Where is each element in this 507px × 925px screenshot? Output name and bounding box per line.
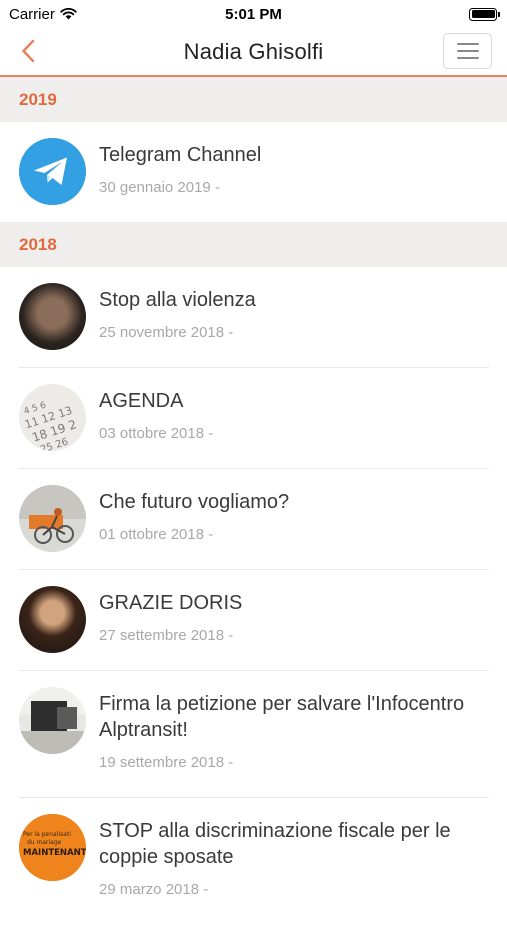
- building-thumbnail: [19, 687, 86, 754]
- list-item[interactable]: Che futuro vogliamo? 01 ottobre 2018 -: [0, 469, 507, 570]
- status-bar: Carrier 5:01 PM: [0, 0, 507, 28]
- carrier-label: Carrier: [9, 5, 55, 23]
- wifi-icon: [60, 8, 77, 20]
- menu-button[interactable]: [443, 33, 492, 69]
- battery-icon: [469, 7, 500, 21]
- section-header-2019: 2019: [0, 77, 507, 122]
- list-item[interactable]: Firma la petizione per salvare l'Infocen…: [0, 671, 507, 798]
- page-title: Nadia Ghisolfi: [183, 38, 324, 64]
- item-title: Stop alla violenza: [99, 289, 256, 311]
- item-date: 01 ottobre 2018 -: [99, 526, 214, 543]
- item-title: GRAZIE DORIS: [99, 592, 243, 614]
- item-title: Che futuro vogliamo?: [99, 491, 290, 513]
- item-date: 29 marzo 2018 -: [99, 881, 209, 898]
- list-item[interactable]: GRAZIE DORIS 27 settembre 2018 -: [0, 570, 507, 671]
- list-item[interactable]: 4 5 6 11 12 13 18 19 2 25 26 AGENDA 03 o…: [0, 368, 507, 469]
- chevron-left-icon: [22, 39, 35, 63]
- poster-thumbnail: Per la penalisati du mariage MAINTENANT: [19, 814, 86, 881]
- svg-text:Per la penalisati: Per la penalisati: [23, 831, 71, 838]
- item-title: Firma la petizione per salvare l'Infocen…: [99, 693, 465, 741]
- item-date: 27 settembre 2018 -: [99, 627, 234, 644]
- list-item[interactable]: Telegram Channel 30 gennaio 2019 -: [0, 122, 507, 222]
- item-date: 03 ottobre 2018 -: [99, 425, 214, 442]
- section-header-2018: 2018: [0, 222, 507, 267]
- item-title: Telegram Channel: [99, 144, 262, 166]
- item-title: AGENDA: [99, 390, 184, 412]
- item-date: 19 settembre 2018 -: [99, 754, 234, 771]
- cyclist-thumbnail: [19, 485, 86, 552]
- back-button[interactable]: [14, 36, 42, 66]
- telegram-icon: [19, 138, 86, 205]
- item-title: STOP alla discriminazione fiscale per le…: [99, 820, 451, 868]
- hamburger-menu-icon: [456, 43, 479, 45]
- list-item[interactable]: Stop alla violenza 25 novembre 2018 -: [0, 267, 507, 368]
- portrait-thumbnail: [19, 283, 86, 350]
- item-date: 30 gennaio 2019 -: [99, 179, 220, 196]
- portrait-thumbnail: [19, 586, 86, 653]
- svg-text:du mariage: du mariage: [27, 839, 62, 846]
- list-item[interactable]: Per la penalisati du mariage MAINTENANT …: [0, 798, 507, 925]
- calendar-thumbnail: 4 5 6 11 12 13 18 19 2 25 26: [19, 384, 86, 451]
- news-list: 2019 Telegram Channel 30 gennaio 2019 - …: [0, 77, 507, 925]
- navigation-bar: Nadia Ghisolfi: [0, 28, 507, 77]
- svg-text:MAINTENANT: MAINTENANT: [23, 848, 86, 858]
- item-date: 25 novembre 2018 -: [99, 324, 234, 341]
